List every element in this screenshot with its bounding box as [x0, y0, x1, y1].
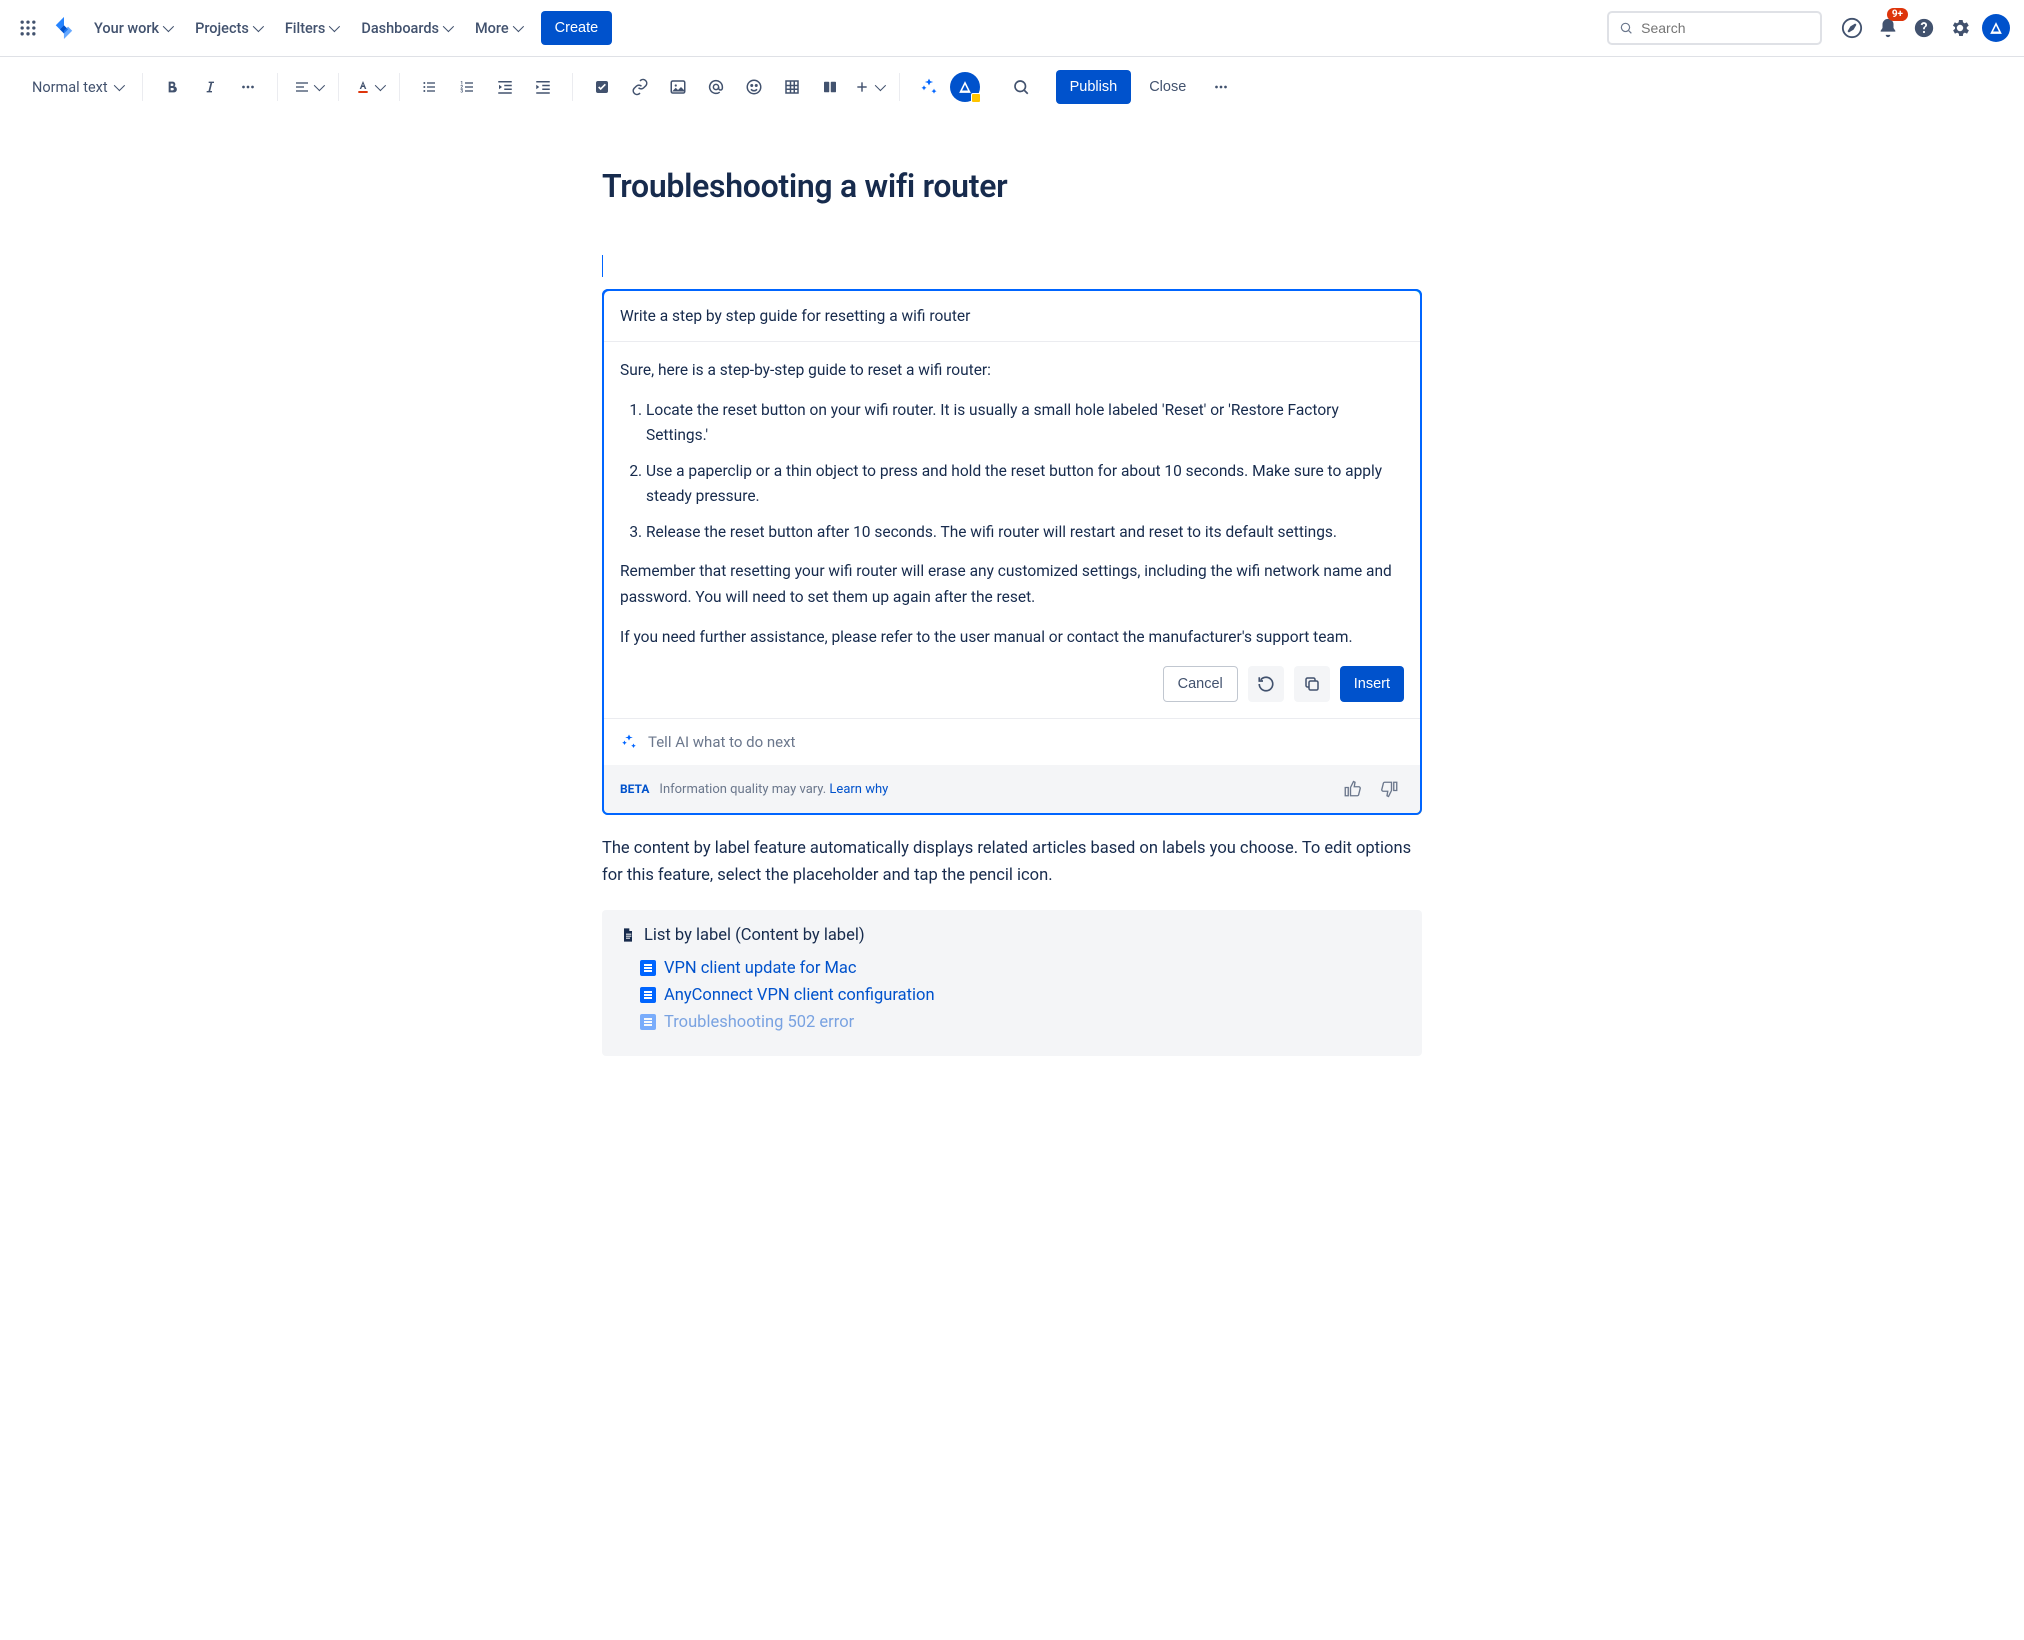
collaborator-avatar[interactable] [950, 72, 980, 102]
text-color-dropdown[interactable] [351, 70, 387, 104]
mention-button[interactable] [699, 70, 733, 104]
related-article-link[interactable]: AnyConnect VPN client configuration [640, 986, 1404, 1005]
link-button[interactable] [623, 70, 657, 104]
ai-assist-icon[interactable] [912, 70, 946, 104]
ai-panel: Write a step by step guide for resetting… [602, 289, 1422, 815]
discover-icon[interactable] [1836, 12, 1868, 44]
insert-dropdown[interactable] [851, 70, 887, 104]
jira-logo-icon[interactable] [48, 12, 80, 44]
nav-your-work[interactable]: Your work [84, 12, 181, 44]
ai-sparkle-icon [620, 733, 638, 751]
align-dropdown[interactable] [290, 70, 326, 104]
editor-toolbar: Normal text 123 Publish Close [0, 57, 2024, 117]
indent-button[interactable] [526, 70, 560, 104]
learn-why-link[interactable]: Learn why [829, 782, 888, 797]
related-article-link[interactable]: Troubleshooting 502 error [640, 1013, 1404, 1032]
thumbs-down-button[interactable] [1376, 775, 1404, 803]
ai-next-input[interactable]: Tell AI what to do next [604, 718, 1420, 765]
bullet-list-button[interactable] [412, 70, 446, 104]
document-scroll-area[interactable]: Troubleshooting a wifi router Write a st… [0, 117, 2024, 1640]
page-title[interactable]: Troubleshooting a wifi router [602, 167, 1422, 205]
related-article-link[interactable]: VPN client update for Mac [640, 959, 1404, 978]
page-icon [640, 1014, 656, 1030]
svg-text:3: 3 [460, 88, 463, 94]
nav-more[interactable]: More [465, 12, 531, 44]
thumbs-up-button[interactable] [1338, 775, 1366, 803]
copy-button[interactable] [1294, 666, 1330, 702]
nav-filters[interactable]: Filters [275, 12, 348, 44]
search-input[interactable] [1607, 11, 1822, 45]
notification-badge: 9+ [1887, 8, 1908, 21]
retry-button[interactable] [1248, 666, 1284, 702]
app-switcher-icon[interactable] [12, 12, 44, 44]
profile-avatar[interactable] [1980, 12, 2012, 44]
doc-paragraph[interactable]: The content by label feature automatical… [602, 835, 1422, 889]
publish-button[interactable]: Publish [1056, 70, 1132, 104]
insert-button[interactable]: Insert [1340, 666, 1404, 702]
beta-badge: BETA [620, 782, 649, 796]
nav-dashboards[interactable]: Dashboards [351, 12, 461, 44]
ai-response: Sure, here is a step-by-step guide to re… [604, 342, 1420, 666]
italic-button[interactable] [193, 70, 227, 104]
page-icon [640, 960, 656, 976]
numbered-list-button[interactable]: 123 [450, 70, 484, 104]
close-button[interactable]: Close [1135, 70, 1200, 104]
create-button[interactable]: Create [541, 11, 613, 45]
emoji-button[interactable] [737, 70, 771, 104]
image-button[interactable] [661, 70, 695, 104]
document-icon [620, 927, 636, 943]
notifications-icon[interactable]: 9+ [1872, 12, 1904, 44]
bold-button[interactable] [155, 70, 189, 104]
help-icon[interactable] [1908, 12, 1940, 44]
content-by-label-macro[interactable]: List by label (Content by label) VPN cli… [602, 910, 1422, 1056]
action-item-button[interactable] [585, 70, 619, 104]
more-formatting-button[interactable] [231, 70, 265, 104]
outdent-button[interactable] [488, 70, 522, 104]
text-cursor [602, 255, 603, 277]
text-style-dropdown[interactable]: Normal text [24, 70, 130, 104]
find-button[interactable] [1004, 70, 1038, 104]
settings-icon[interactable] [1944, 12, 1976, 44]
top-navigation: Your work Projects Filters Dashboards Mo… [0, 0, 2024, 57]
ai-prompt-text: Write a step by step guide for resetting… [604, 291, 1420, 342]
cancel-button[interactable]: Cancel [1163, 666, 1238, 702]
search-icon [1619, 20, 1633, 36]
page-icon [640, 987, 656, 1003]
table-button[interactable] [775, 70, 809, 104]
more-actions-button[interactable] [1204, 70, 1238, 104]
layouts-button[interactable] [813, 70, 847, 104]
nav-projects[interactable]: Projects [185, 12, 271, 44]
ai-footer: BETA Information quality may vary. Learn… [604, 765, 1420, 813]
